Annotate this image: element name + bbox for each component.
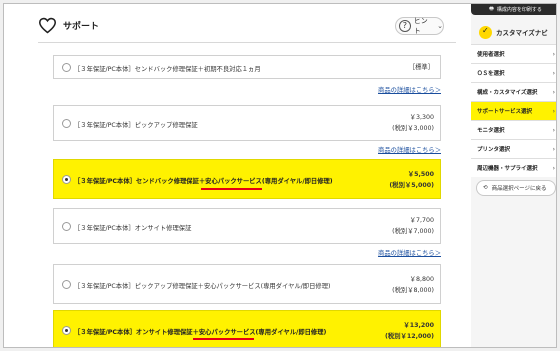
sidebar-item-user[interactable]: 使用者選択 › bbox=[471, 44, 556, 63]
chevron-right-icon: › bbox=[552, 145, 555, 153]
window-frame: サポート ? ヒント ⌄ ［３年保証/PC本体］センドバック修理保証＋初期不良対… bbox=[3, 3, 557, 348]
sidebar-item-os[interactable]: ＯＳを選択 › bbox=[471, 63, 556, 82]
red-underline bbox=[201, 188, 262, 190]
heart-icon bbox=[38, 17, 57, 33]
radio-button[interactable] bbox=[62, 280, 71, 289]
radio-button[interactable] bbox=[62, 222, 71, 231]
option-label: ［３年保証/PC本体］オンサイト修理保証＋安心パックサービス(専用ダイヤル/即日… bbox=[74, 329, 327, 336]
support-option-selected[interactable]: ［３年保証/PC本体］オンサイト修理保証＋安心パックサービス(専用ダイヤル/即日… bbox=[53, 310, 441, 347]
radio-button[interactable] bbox=[62, 119, 71, 128]
navi-title: カスタマイズナビ bbox=[496, 29, 548, 37]
radio-button[interactable] bbox=[62, 175, 71, 184]
section-header: サポート bbox=[38, 14, 99, 36]
hint-button[interactable]: ? ヒント ⌄ bbox=[395, 17, 444, 35]
option-price: ［標準］ bbox=[408, 64, 434, 71]
option-price: ￥3,300 bbox=[409, 114, 434, 121]
option-price-block: ￥13,200 (税別￥12,000) bbox=[385, 320, 434, 342]
option-label: ［３年保証/PC本体］ピックアップ修理保証 bbox=[74, 122, 198, 129]
sidebar: 🖶 構成内容を印刷する カスタマイズナビ 使用者選択 › ＯＳを選択 › 構成・… bbox=[471, 4, 556, 347]
option-price: ￥7,700 bbox=[409, 217, 434, 224]
back-arrow-icon: ⟲ bbox=[483, 185, 488, 191]
divider bbox=[38, 42, 456, 43]
sidebar-item-peripherals[interactable]: 周辺機器・サプライ選択 › bbox=[471, 158, 556, 177]
option-price-block: ￥7,700 (税別￥7,000) bbox=[392, 215, 434, 237]
back-to-product-button[interactable]: ⟲ 商品選択ページに戻る bbox=[476, 180, 556, 196]
option-label: ［３年保証/PC本体］センドバック修理保証＋初期不良対応１ヵ月 bbox=[74, 66, 261, 73]
main-panel: サポート ? ヒント ⌄ ［３年保証/PC本体］センドバック修理保証＋初期不良対… bbox=[4, 4, 465, 347]
option-price-tax: (税別￥5,000) bbox=[389, 182, 434, 189]
option-price-block: ￥8,800 (税別￥8,000) bbox=[392, 274, 434, 296]
chevron-right-icon: › bbox=[552, 69, 555, 77]
option-price-tax: (税別￥3,000) bbox=[392, 125, 434, 132]
option-label: ［３年保証/PC本体］センドバック修理保証＋安心パックサービス(専用ダイヤル/即… bbox=[74, 178, 333, 185]
option-price: ￥5,500 bbox=[407, 171, 434, 178]
sidebar-item-label: 使用者選択 bbox=[477, 52, 505, 58]
back-label: 商品選択ページに戻る bbox=[491, 186, 547, 192]
red-underline bbox=[193, 338, 254, 340]
radio-button[interactable] bbox=[62, 326, 71, 335]
option-price: ￥8,800 bbox=[409, 276, 434, 283]
check-logo-icon bbox=[479, 25, 492, 39]
sidebar-item-label: 周辺機器・サプライ選択 bbox=[477, 166, 538, 172]
page-title: サポート bbox=[63, 21, 100, 32]
print-button[interactable]: 🖶 構成内容を印刷する bbox=[471, 4, 556, 15]
option-price-tax: (税別￥12,000) bbox=[385, 333, 434, 340]
support-option[interactable]: ［３年保証/PC本体］センドバック修理保証＋初期不良対応１ヵ月 ［標準］ bbox=[53, 55, 441, 79]
sidebar-item-monitor[interactable]: モニタ選択 › bbox=[471, 120, 556, 139]
sidebar-item-label: プリンタ選択 bbox=[477, 147, 511, 153]
option-price: ￥13,200 bbox=[403, 322, 434, 329]
nav-list: 使用者選択 › ＯＳを選択 › 構成・カスタマイズ選択 › サポートサービス選択… bbox=[471, 44, 556, 177]
sidebar-item-printer[interactable]: プリンタ選択 › bbox=[471, 139, 556, 158]
chevron-right-icon: › bbox=[552, 126, 555, 134]
navi-header: カスタマイズナビ bbox=[471, 22, 556, 42]
chevron-right-icon: › bbox=[552, 164, 555, 172]
detail-link[interactable]: 商品の詳細はこちら＞ bbox=[378, 248, 441, 257]
option-price-tax: (税別￥8,000) bbox=[392, 287, 434, 294]
hint-label: ヒント bbox=[413, 17, 428, 35]
support-option-selected[interactable]: ［３年保証/PC本体］センドバック修理保証＋安心パックサービス(専用ダイヤル/即… bbox=[53, 159, 441, 199]
chevron-right-icon: › bbox=[552, 88, 555, 96]
sidebar-item-support[interactable]: サポートサービス選択 › bbox=[471, 101, 556, 120]
sidebar-item-label: モニタ選択 bbox=[477, 128, 505, 134]
option-label: ［３年保証/PC本体］オンサイト修理保証 bbox=[74, 225, 192, 232]
question-icon: ? bbox=[399, 20, 411, 32]
printer-icon: 🖶 bbox=[489, 5, 494, 12]
radio-button[interactable] bbox=[62, 63, 71, 72]
print-label: 構成内容を印刷する bbox=[496, 7, 542, 13]
option-label: ［３年保証/PC本体］ピックアップ修理保証＋安心パックサービス(専用ダイヤル/即… bbox=[74, 283, 331, 290]
option-price-tax: (税別￥7,000) bbox=[392, 228, 434, 235]
chevron-right-icon: › bbox=[552, 50, 555, 58]
detail-link[interactable]: 商品の詳細はこちら＞ bbox=[378, 85, 441, 94]
sidebar-item-label: 構成・カスタマイズ選択 bbox=[477, 90, 538, 96]
detail-link[interactable]: 商品の詳細はこちら＞ bbox=[378, 145, 441, 154]
chevron-right-icon: › bbox=[552, 107, 555, 115]
option-price-block: ￥5,500 (税別￥5,000) bbox=[389, 169, 434, 191]
sidebar-item-label: サポートサービス選択 bbox=[477, 109, 533, 115]
support-option[interactable]: ［３年保証/PC本体］ピックアップ修理保証＋安心パックサービス(専用ダイヤル/即… bbox=[53, 264, 441, 304]
support-option[interactable]: ［３年保証/PC本体］オンサイト修理保証 ￥7,700 (税別￥7,000) bbox=[53, 208, 441, 244]
chevron-down-icon: ⌄ bbox=[437, 22, 443, 30]
support-option[interactable]: ［３年保証/PC本体］ピックアップ修理保証 ￥3,300 (税別￥3,000) bbox=[53, 105, 441, 141]
sidebar-item-config[interactable]: 構成・カスタマイズ選択 › bbox=[471, 82, 556, 101]
option-price-block: ￥3,300 (税別￥3,000) bbox=[392, 112, 434, 134]
sidebar-item-label: ＯＳを選択 bbox=[477, 71, 505, 77]
